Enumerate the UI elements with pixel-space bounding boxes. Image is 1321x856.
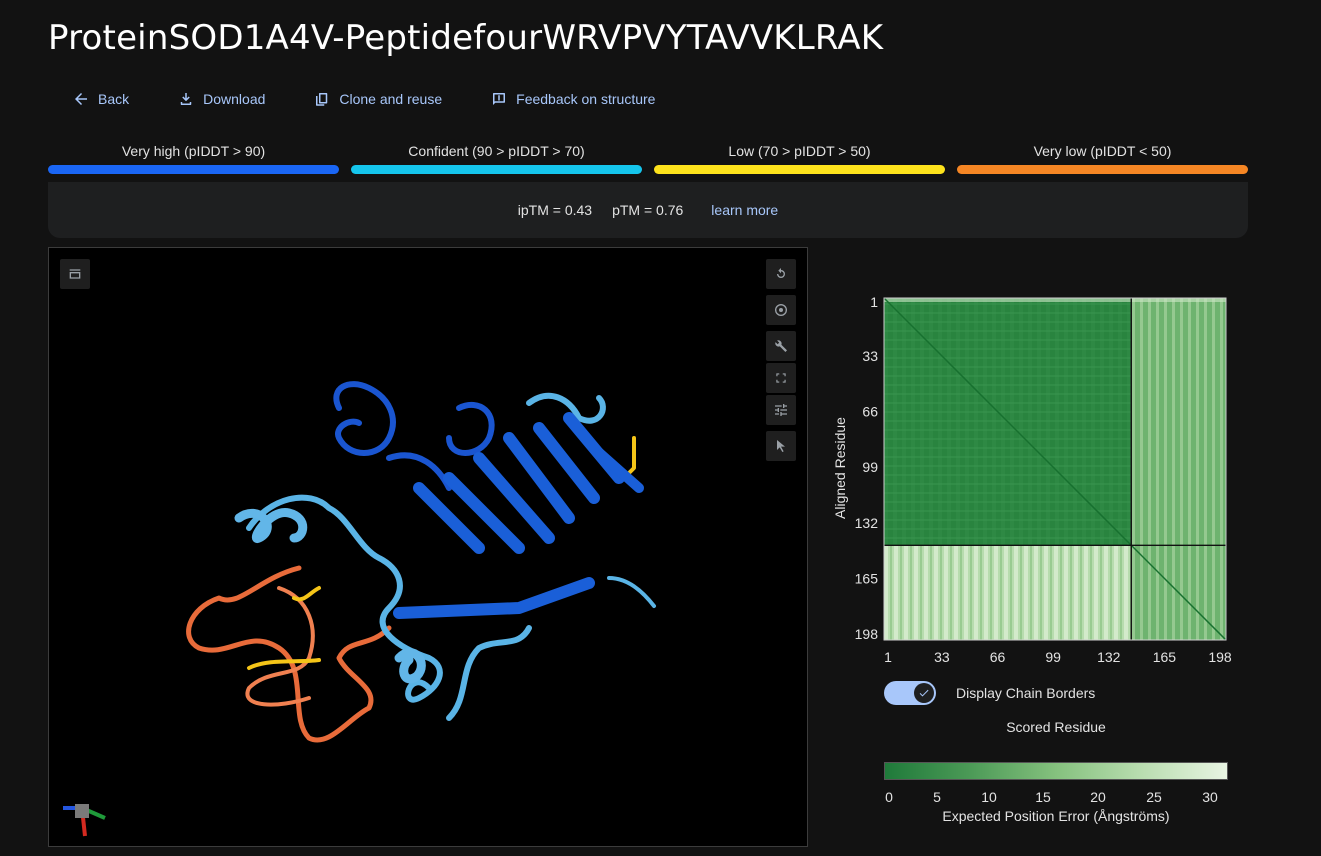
structure-viewer[interactable] [48,247,808,847]
pae-xtick: 198 [1208,649,1232,665]
pae-chart: 1 1 33 33 66 66 99 99 132 132 165 165 198 198 Aligned… [832,294,1232,665]
pae-ytick: 33 [862,348,878,364]
feedback-icon [493,93,506,105]
back-button[interactable]: Back [72,90,129,108]
back-label: Back [98,91,130,107]
legend-low: Low (70 > pIDDT > 50) [654,143,945,174]
legend-label: Very high (pIDDT > 90) [121,143,266,159]
legend-very-low: Very low (pIDDT < 50) [957,143,1248,174]
pae-xlabel: Scored Residue [1006,719,1106,735]
low-segment [292,586,321,602]
legend-bar [351,165,642,174]
chain-borders-toggle-row: Display Chain Borders [884,681,1095,705]
clone-label: Clone and reuse [339,91,443,107]
low-segment [247,658,321,670]
colorbar-tick: 10 [981,789,997,805]
colorbar-tick: 15 [1035,789,1051,805]
pae-ytick: 66 [862,404,878,420]
colorbar-ticks: 0 5 10 15 20 25 30 [884,789,1228,807]
pae-ytick: 1 [870,294,878,310]
colorbar-tick: 25 [1146,789,1162,805]
page-title: ProteinSOD1A4V-PeptidefourWRVPVYTAVVKLRA… [48,18,884,58]
colorbar-label: Expected Position Error (Ångströms) [942,808,1170,824]
pae-ytick: 99 [862,459,878,475]
colorbar-tick: 0 [885,789,893,805]
pae-colorbar [884,762,1228,780]
action-bar: Back Download Clone and reuse Feedback o… [72,90,655,108]
legend-very-high: Very high (pIDDT > 90) [48,143,339,174]
toggle-knob [914,683,934,703]
very-high-loop [333,381,396,456]
score-panel: ipTM = 0.43 pTM = 0.76 learn more [48,182,1248,238]
feedback-button[interactable]: Feedback on structure [490,90,655,108]
pae-block-protein-peptide [1131,298,1226,546]
chain-borders-label: Display Chain Borders [956,685,1096,701]
pae-xtick: 132 [1097,649,1121,665]
axis-orientation-gizmo [63,804,106,837]
protein-structure-render [186,381,656,743]
chain-borders-toggle[interactable] [884,681,936,705]
legend-bar [48,165,339,174]
pae-plot: 1 1 33 33 66 66 99 99 132 132 165 165 198 198 Aligned… [830,290,1250,675]
pae-ytick: 198 [855,626,879,642]
colorbar-tick: 20 [1090,789,1106,805]
confident-helix [394,648,426,684]
pae-block-peptide-protein [884,545,1132,640]
copy-icon [316,93,328,106]
plddt-legend: Very high (pIDDT > 90) Confident (90 > p… [48,143,1248,174]
download-label: Download [203,91,266,107]
arrow-back-icon [75,93,87,105]
pae-xtick: 1 [884,649,892,665]
check-icon [919,689,929,697]
pae-xtick: 33 [934,649,950,665]
pae-ylabel: Aligned Residue [832,417,848,519]
confident-loop [446,625,532,721]
pae-xtick: 99 [1045,649,1061,665]
legend-label: Confident (90 > pIDDT > 70) [408,143,585,159]
ptm-score: pTM = 0.76 [612,202,684,218]
pae-ytick: 165 [855,570,879,586]
legend-label: Very low (pIDDT < 50) [1033,143,1172,159]
legend-bar [654,165,945,174]
pae-xtick: 66 [990,649,1006,665]
legend-confident: Confident (90 > pIDDT > 70) [351,143,642,174]
learn-more-link[interactable]: learn more [711,202,778,218]
very-high-strand [393,577,595,619]
download-icon [180,93,192,105]
colorbar-tick: 30 [1202,789,1218,805]
legend-label: Low (70 > pIDDT > 50) [728,143,871,159]
very-high-loop [446,401,495,456]
feedback-label: Feedback on structure [516,91,656,107]
pae-xtick: 165 [1153,649,1177,665]
pae-ytick: 132 [855,515,879,531]
legend-bar [957,165,1248,174]
confident-loop [607,576,656,608]
pae-terminal-band [884,298,1226,302]
colorbar-tick: 5 [933,789,941,805]
download-button[interactable]: Download [177,90,265,108]
iptm-score: ipTM = 0.43 [517,202,593,218]
clone-button[interactable]: Clone and reuse [313,90,442,108]
